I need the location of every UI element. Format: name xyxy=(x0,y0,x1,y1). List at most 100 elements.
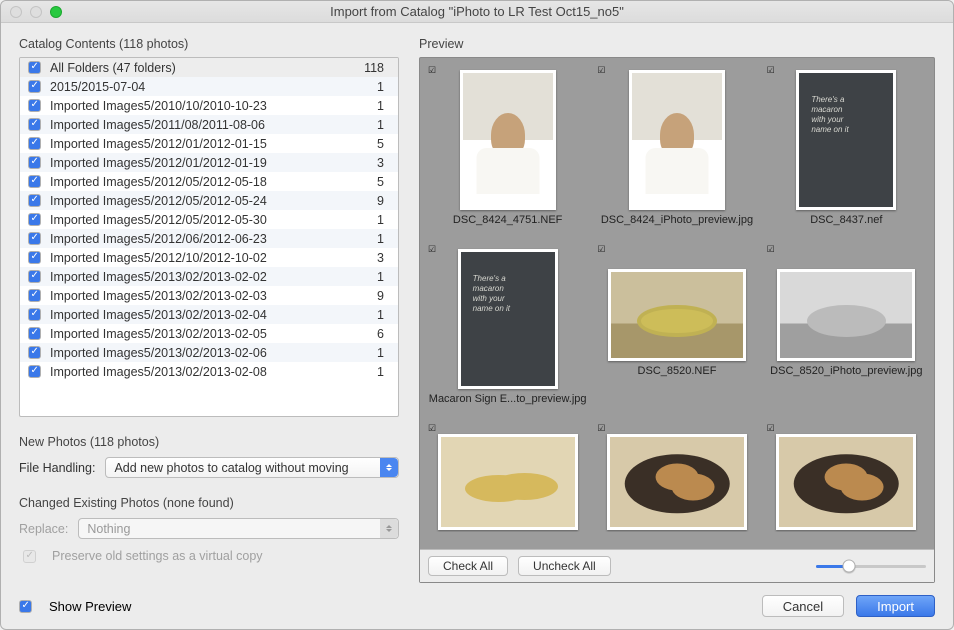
file-handling-select[interactable]: Add new photos to catalog without moving xyxy=(105,457,399,478)
catalog-row[interactable]: Imported Images5/2012/05/2012-05-301 xyxy=(20,210,398,229)
folder-name: Imported Images5/2013/02/2013-02-03 xyxy=(50,289,377,303)
dropdown-icon xyxy=(380,519,398,538)
file-handling-value: Add new photos to catalog without moving xyxy=(114,461,348,475)
folder-checkbox[interactable] xyxy=(28,251,41,264)
folder-checkbox[interactable] xyxy=(28,308,41,321)
dropdown-icon xyxy=(380,458,398,477)
thumbnail-cell[interactable]: ☑ DSC_8520.NEF xyxy=(595,243,758,416)
thumbnail-checkbox[interactable]: ☑ xyxy=(428,424,437,433)
folder-checkbox[interactable] xyxy=(28,346,41,359)
catalog-row[interactable]: Imported Images5/2012/05/2012-05-185 xyxy=(20,172,398,191)
file-handling-label: File Handling: xyxy=(19,461,95,475)
folder-count: 1 xyxy=(377,365,390,379)
thumbnail-filename: DSC_8424_4751.NEF xyxy=(426,214,589,226)
folder-count: 3 xyxy=(377,251,390,265)
thumbnail-cell[interactable]: ☑ xyxy=(595,422,758,532)
folder-checkbox[interactable] xyxy=(28,232,41,245)
catalog-row[interactable]: Imported Images5/2011/08/2011-08-061 xyxy=(20,115,398,134)
folder-count: 3 xyxy=(377,156,390,170)
folder-name: Imported Images5/2012/05/2012-05-30 xyxy=(50,213,377,227)
folder-checkbox[interactable] xyxy=(28,99,41,112)
folder-name: Imported Images5/2013/02/2013-02-06 xyxy=(50,346,377,360)
folder-checkbox[interactable] xyxy=(28,213,41,226)
folder-count: 1 xyxy=(377,308,390,322)
folder-checkbox[interactable] xyxy=(28,365,41,378)
folder-checkbox[interactable] xyxy=(28,137,41,150)
thumbnail-checkbox[interactable]: ☑ xyxy=(597,66,606,75)
thumbnail-filename: DSC_8520_iPhoto_preview.jpg xyxy=(765,365,928,377)
preview-header: Preview xyxy=(419,37,935,51)
catalog-row[interactable]: Imported Images5/2012/01/2012-01-155 xyxy=(20,134,398,153)
folder-checkbox[interactable] xyxy=(28,118,41,131)
catalog-row[interactable]: Imported Images5/2013/02/2013-02-056 xyxy=(20,324,398,343)
uncheck-all-button[interactable]: Uncheck All xyxy=(518,556,611,576)
thumbnail-checkbox[interactable]: ☑ xyxy=(767,66,776,75)
show-preview-label: Show Preview xyxy=(49,599,131,614)
folder-name: Imported Images5/2012/05/2012-05-18 xyxy=(50,175,377,189)
folder-count: 1 xyxy=(377,80,390,94)
folder-checkbox[interactable] xyxy=(28,80,41,93)
cancel-button[interactable]: Cancel xyxy=(762,595,844,617)
folder-name: Imported Images5/2013/02/2013-02-08 xyxy=(50,365,377,379)
folder-name: Imported Images5/2012/01/2012-01-19 xyxy=(50,156,377,170)
catalog-row[interactable]: Imported Images5/2012/06/2012-06-231 xyxy=(20,229,398,248)
thumbnail-filename: DSC_8424_iPhoto_preview.jpg xyxy=(595,214,758,226)
thumbnail-checkbox[interactable]: ☑ xyxy=(428,66,437,75)
replace-label: Replace: xyxy=(19,522,68,536)
folder-checkbox[interactable] xyxy=(28,194,41,207)
check-all-button[interactable]: Check All xyxy=(428,556,508,576)
folder-name: 2015/2015-07-04 xyxy=(50,80,377,94)
thumbnail-cell[interactable]: ☑ xyxy=(426,422,589,532)
catalog-row[interactable]: Imported Images5/2010/10/2010-10-231 xyxy=(20,96,398,115)
thumbnail-cell[interactable]: ☑ xyxy=(765,422,928,532)
folder-count: 9 xyxy=(377,289,390,303)
thumbnail-checkbox[interactable]: ☑ xyxy=(597,245,606,254)
catalog-row[interactable]: Imported Images5/2012/01/2012-01-193 xyxy=(20,153,398,172)
thumbnail-checkbox[interactable]: ☑ xyxy=(428,245,437,254)
thumbnail-cell[interactable]: ☑ DSC_8424_4751.NEF xyxy=(426,64,589,237)
folder-name: Imported Images5/2011/08/2011-08-06 xyxy=(50,118,377,132)
folder-checkbox[interactable] xyxy=(28,175,41,188)
import-dialog: Import from Catalog "iPhoto to LR Test O… xyxy=(0,0,954,630)
catalog-row[interactable]: Imported Images5/2013/02/2013-02-081 xyxy=(20,362,398,381)
folder-checkbox[interactable] xyxy=(28,327,41,340)
catalog-row[interactable]: Imported Images5/2013/02/2013-02-039 xyxy=(20,286,398,305)
thumbnail-checkbox[interactable]: ☑ xyxy=(597,424,606,433)
thumbnail-filename: DSC_8437.nef xyxy=(765,214,928,226)
thumbnail-filename: DSC_8520.NEF xyxy=(595,365,758,377)
folder-checkbox[interactable] xyxy=(28,289,41,302)
thumbnail-cell[interactable]: ☑ DSC_8424_iPhoto_preview.jpg xyxy=(595,64,758,237)
changed-photos-header: Changed Existing Photos (none found) xyxy=(19,496,399,510)
folder-name: All Folders (47 folders) xyxy=(50,61,364,75)
catalog-row[interactable]: Imported Images5/2012/05/2012-05-249 xyxy=(20,191,398,210)
thumbnail-cell[interactable]: ☑ DSC_8437.nef xyxy=(765,64,928,237)
thumbnail-size-slider[interactable] xyxy=(816,559,926,573)
thumbnail-checkbox[interactable]: ☑ xyxy=(767,424,776,433)
folder-checkbox[interactable] xyxy=(28,270,41,283)
new-photos-header: New Photos (118 photos) xyxy=(19,435,399,449)
folder-name: Imported Images5/2013/02/2013-02-02 xyxy=(50,270,377,284)
catalog-row[interactable]: Imported Images5/2013/02/2013-02-021 xyxy=(20,267,398,286)
folder-count: 118 xyxy=(364,61,390,75)
catalog-row[interactable]: Imported Images5/2013/02/2013-02-041 xyxy=(20,305,398,324)
folder-checkbox[interactable] xyxy=(28,156,41,169)
folder-count: 1 xyxy=(377,232,390,246)
import-button[interactable]: Import xyxy=(856,595,935,617)
thumbnail-image xyxy=(629,70,725,210)
catalog-row[interactable]: All Folders (47 folders)118 xyxy=(20,58,398,77)
folder-name: Imported Images5/2012/05/2012-05-24 xyxy=(50,194,377,208)
folder-checkbox[interactable] xyxy=(28,61,41,74)
catalog-contents-header: Catalog Contents (118 photos) xyxy=(19,37,399,51)
thumbnail-image xyxy=(607,434,747,530)
thumbnail-checkbox[interactable]: ☑ xyxy=(767,245,776,254)
catalog-row[interactable]: Imported Images5/2013/02/2013-02-061 xyxy=(20,343,398,362)
show-preview-checkbox[interactable] xyxy=(19,600,32,613)
thumbnail-filename: Macaron Sign E...to_preview.jpg xyxy=(426,393,589,405)
folder-name: Imported Images5/2013/02/2013-02-04 xyxy=(50,308,377,322)
thumbnail-cell[interactable]: ☑ DSC_8520_iPhoto_preview.jpg xyxy=(765,243,928,416)
thumbnail-grid[interactable]: ☑ DSC_8424_4751.NEF ☑ DSC_8424_iPhoto_previ… xyxy=(420,58,934,549)
catalog-folder-list[interactable]: All Folders (47 folders)1182015/2015-07-… xyxy=(19,57,399,417)
catalog-row[interactable]: Imported Images5/2012/10/2012-10-023 xyxy=(20,248,398,267)
thumbnail-cell[interactable]: ☑ Macaron Sign E...to_preview.jpg xyxy=(426,243,589,416)
catalog-row[interactable]: 2015/2015-07-041 xyxy=(20,77,398,96)
